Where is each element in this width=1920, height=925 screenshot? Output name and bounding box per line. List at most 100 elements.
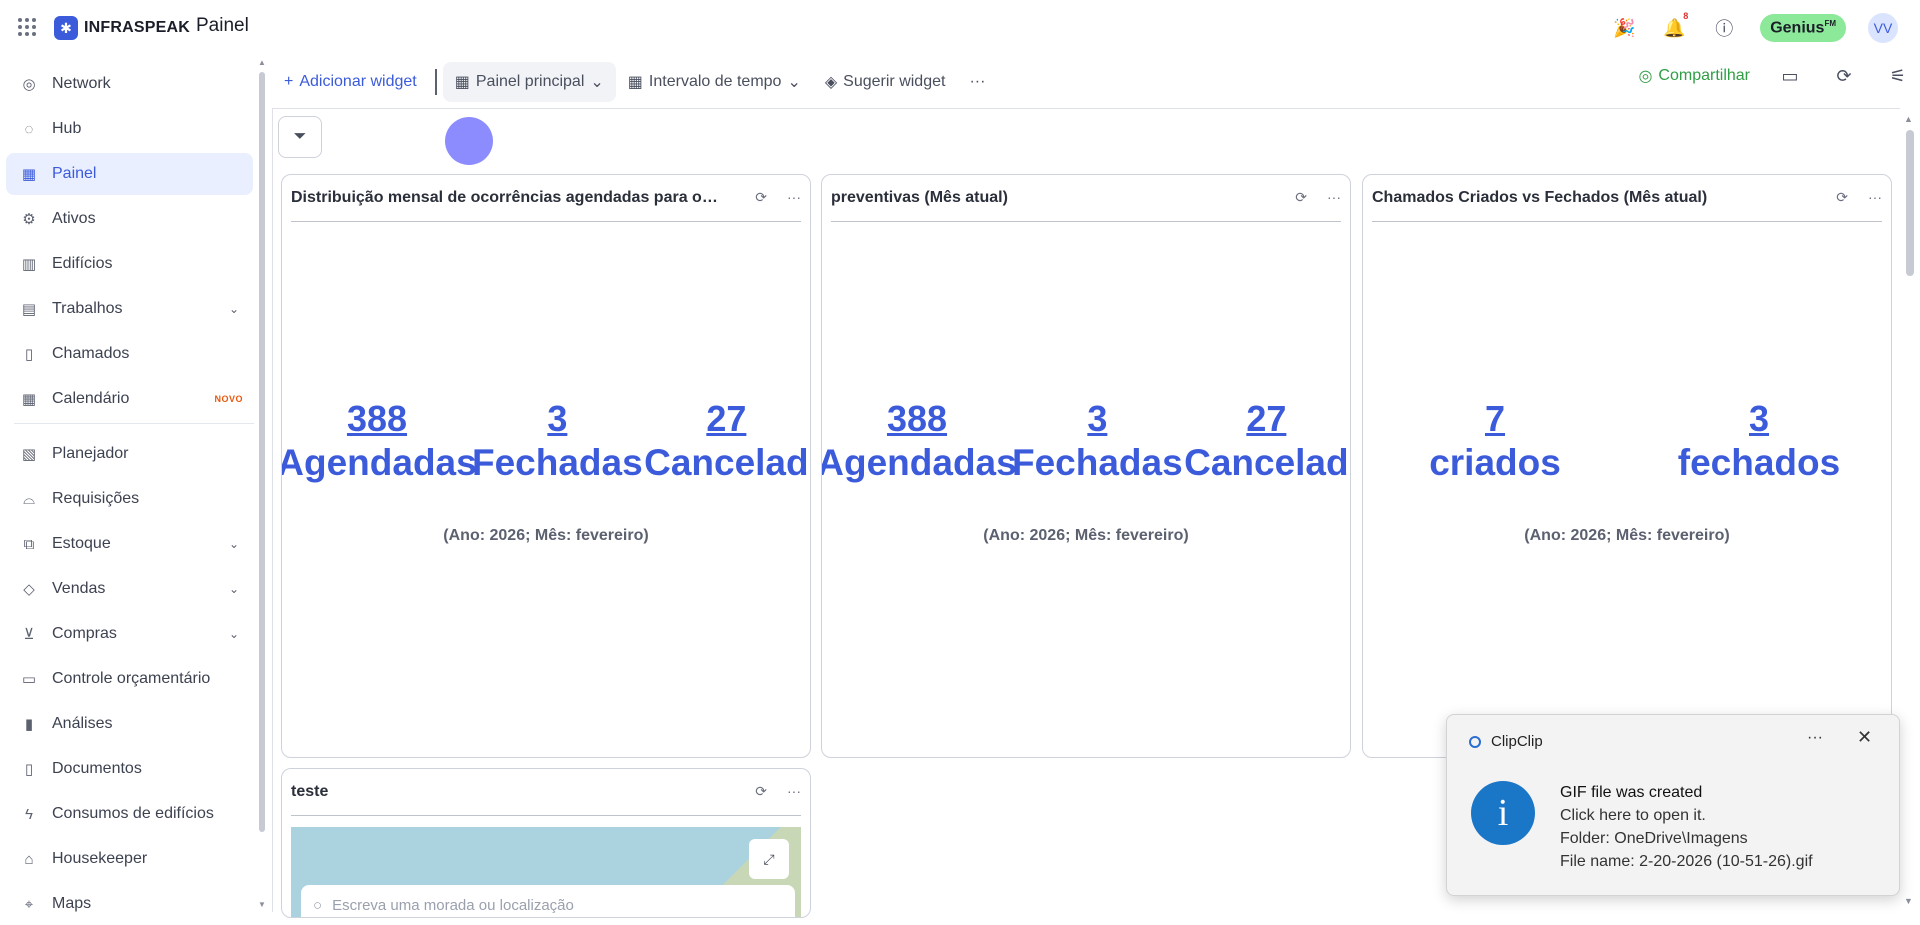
sidebar-item-label: Planejador — [52, 445, 129, 462]
sidebar-item-edificios[interactable]: ▥ Edifícios — [6, 243, 253, 285]
main-scrollbar[interactable] — [1906, 130, 1914, 276]
expand-icon[interactable]: ⤢ — [749, 839, 789, 879]
document-icon: ▯ — [24, 761, 34, 778]
widget-teste[interactable]: teste ⟳ ··· ⤢ ○ Escreva uma morada ou loc… — [281, 768, 811, 918]
sidebar-item-label: Network — [52, 75, 111, 92]
sidebar-item-ativos[interactable]: ⚙ Ativos — [6, 198, 253, 240]
sidebar-item-vendas[interactable]: ◇ Vendas ⌄ — [6, 568, 253, 610]
kpi-fechadas[interactable]: 3 Fechadas — [1012, 397, 1183, 485]
dashboard-select[interactable]: ▦ Painel principal ⌄ — [442, 62, 616, 102]
sidebar-item-planejador[interactable]: ▧ Planejador — [6, 433, 253, 475]
genius-button[interactable]: GeniusFM — [1760, 13, 1846, 43]
sidebar-item-painel[interactable]: ▦ Painel — [6, 153, 253, 195]
kpi-label: Cancelad — [644, 442, 809, 483]
kpi-fechados[interactable]: 3 fechados — [1659, 397, 1859, 485]
clipclip-notification[interactable]: ClipClip ··· ✕ i GIF file was created Cl… — [1446, 714, 1900, 896]
kpi-label: fechados — [1677, 442, 1841, 483]
app-grid-icon[interactable] — [18, 18, 36, 36]
sidebar-scroll-down-icon[interactable]: ▼ — [258, 900, 266, 909]
sidebar-item-network[interactable]: ◎ Network — [6, 63, 253, 105]
sidebar-item-requisicoes[interactable]: ⌓ Requisições — [6, 478, 253, 520]
chevron-down-icon[interactable]: ⌄ — [229, 627, 239, 641]
sidebar-item-trabalhos[interactable]: ▤ Trabalhos ⌄ — [6, 288, 253, 330]
add-widget-button[interactable]: + Adicionar widget — [272, 62, 429, 102]
bell-service-icon: ⌓ — [23, 490, 35, 508]
sidebar-item-documentos[interactable]: ▯ Documentos — [6, 748, 253, 790]
calendar-icon: ▦ — [627, 74, 643, 91]
kpi-criados[interactable]: 7 criados — [1395, 397, 1595, 485]
sidebar-item-estoque[interactable]: ⧉ Estoque ⌄ — [6, 523, 253, 565]
sidebar-item-housekeeper[interactable]: ⌂ Housekeeper — [6, 838, 253, 880]
notification-close-button[interactable]: ✕ — [1857, 727, 1872, 748]
chevron-down-icon[interactable]: ⌄ — [229, 537, 239, 551]
hub-icon: ◌ — [24, 120, 34, 138]
widget-preventivas[interactable]: preventivas (Mês atual) ⟳ ··· 388 Agendad… — [821, 174, 1351, 758]
more-icon[interactable]: ··· — [1868, 189, 1882, 206]
refresh-icon[interactable]: ⟳ — [1295, 189, 1307, 206]
top-right-actions: 🎉 🔔 8 ⓘ GeniusFM VV — [1610, 11, 1898, 43]
planner-icon: ▧ — [21, 446, 37, 463]
chevron-down-icon[interactable]: ⌄ — [229, 302, 239, 316]
kpi-agendadas[interactable]: 388 Agendadas — [282, 397, 477, 485]
sidebar-item-compras[interactable]: ⊻ Compras ⌄ — [6, 613, 253, 655]
page-title: Painel — [196, 15, 249, 36]
share-button[interactable]: ◎ Compartilhar — [1638, 66, 1750, 86]
kpi-agendadas[interactable]: 388 Agendadas — [822, 397, 1017, 485]
sidebar-item-analises[interactable]: ▮ Análises — [6, 703, 253, 745]
notifications-button[interactable]: 🔔 8 — [1660, 11, 1688, 42]
widget-actions: ⟳ ··· — [1295, 189, 1341, 206]
refresh-icon[interactable]: ⟳ — [755, 783, 767, 800]
time-range-select[interactable]: ▦ Intervalo de tempo ⌄ — [616, 62, 813, 102]
map-search-input[interactable]: ○ Escreva uma morada ou localização — [301, 885, 795, 917]
widget-header: Distribuição mensal de ocorrências agend… — [291, 175, 801, 222]
genius-suffix: FM — [1824, 18, 1836, 28]
notification-more-button[interactable]: ··· — [1807, 729, 1823, 747]
chevron-down-icon: ⌄ — [590, 74, 604, 91]
kpi-fechadas[interactable]: 3 Fechadas — [472, 397, 643, 485]
refresh-icon[interactable]: ⟳ — [1830, 62, 1858, 90]
sidebar-scrollbar[interactable] — [259, 72, 265, 832]
more-icon[interactable]: ··· — [787, 783, 801, 800]
widget-chamados-criados-fechados[interactable]: Chamados Criados vs Fechados (Mês atual)… — [1362, 174, 1892, 758]
wallet-icon: ▭ — [21, 671, 37, 688]
sidebar-item-controle-orcamentario[interactable]: ▭ Controle orçamentário — [6, 658, 253, 700]
chevron-down-icon[interactable]: ⌄ — [229, 582, 239, 596]
sidebar-item-calendario[interactable]: ▦ Calendário NOVO — [6, 378, 253, 420]
more-icon[interactable]: ··· — [1327, 189, 1341, 206]
sidebar-scroll-up-icon[interactable]: ▲ — [258, 58, 266, 67]
widget-distribuicao-mensal[interactable]: Distribuição mensal de ocorrências agend… — [281, 174, 811, 758]
brand-logo[interactable]: ✱ INFRASPEAK — [54, 16, 190, 40]
kpi-canceladas[interactable]: 27 Cancelad — [1183, 397, 1350, 485]
sidebar-item-maps[interactable]: ⌖ Maps — [6, 883, 253, 925]
settings-sliders-icon[interactable]: ⚟ — [1884, 62, 1912, 90]
suggest-widget-button[interactable]: ◈ Sugerir widget — [813, 62, 958, 102]
main-scroll-down-icon[interactable]: ▼ — [1904, 896, 1913, 906]
kpi-value: 3 — [1748, 398, 1770, 439]
widget-period: (Ano: 2026; Mês: fevereiro) — [1524, 527, 1730, 544]
sidebar-item-label: Calendário — [52, 390, 130, 407]
sidebar-item-chamados[interactable]: ▯ Chamados — [6, 333, 253, 375]
help-icon[interactable]: ⓘ — [1710, 14, 1738, 42]
celebrate-icon[interactable]: 🎉 — [1610, 14, 1638, 42]
kpi-value: 27 — [1246, 398, 1287, 439]
main-scroll-up-icon[interactable]: ▲ — [1904, 114, 1913, 124]
tv-mode-icon[interactable]: ▭ — [1776, 62, 1804, 90]
sidebar-item-label: Edifícios — [52, 255, 113, 272]
kpi-canceladas[interactable]: 27 Cancelad — [643, 397, 810, 485]
widget-actions: ⟳ ··· — [755, 189, 801, 206]
sidebar-item-hub[interactable]: ◌ Hub — [6, 108, 253, 150]
toolbar-right: ◎ Compartilhar ▭ ⟳ ⚟ — [1638, 62, 1912, 90]
sidebar-item-consumos[interactable]: ϟ Consumos de edifícios — [6, 793, 253, 835]
sidebar-item-label: Ativos — [52, 210, 96, 227]
more-options-button[interactable]: ··· — [957, 62, 997, 102]
refresh-icon[interactable]: ⟳ — [1836, 189, 1848, 206]
refresh-icon[interactable]: ⟳ — [755, 189, 767, 206]
more-icon[interactable]: ··· — [787, 189, 801, 206]
clipboard-icon: ▯ — [24, 346, 34, 363]
map-view[interactable]: ⤢ ○ Escreva uma morada ou localização — [291, 827, 801, 917]
calendar-icon: ▦ — [21, 391, 37, 408]
filter-button[interactable]: ⏷ — [278, 116, 322, 158]
sidebar-item-label: Vendas — [52, 580, 106, 597]
notification-app: ClipClip — [1469, 733, 1543, 750]
avatar[interactable]: VV — [1868, 13, 1898, 43]
